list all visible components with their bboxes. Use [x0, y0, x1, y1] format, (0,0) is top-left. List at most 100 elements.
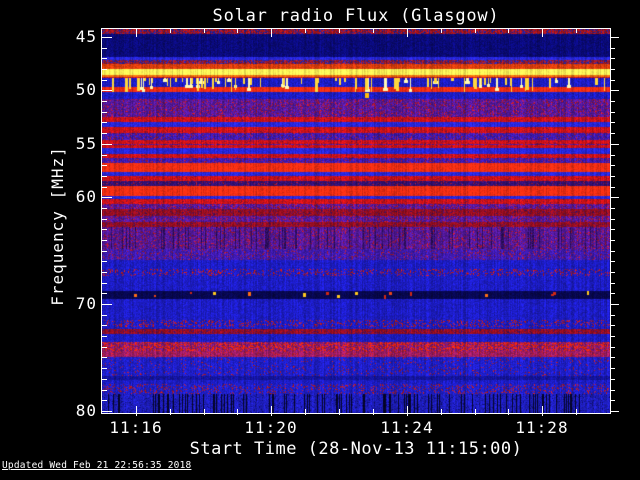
y-tick [611, 37, 619, 38]
x-tick [576, 409, 577, 415]
y-tick [102, 122, 107, 123]
y-tick [102, 155, 107, 156]
y-tick [611, 283, 615, 284]
y-tick [102, 58, 107, 59]
y-tick-label: 50 [75, 80, 97, 99]
y-axis-title: Frequency [MHz] [48, 146, 67, 306]
x-tick [475, 29, 476, 33]
x-tick [305, 409, 306, 415]
y-tick [611, 411, 619, 412]
y-tick [611, 325, 615, 326]
y-tick [611, 272, 615, 273]
x-tick [373, 29, 374, 33]
x-tick [339, 29, 340, 33]
y-tick [611, 122, 615, 123]
y-tick [102, 90, 112, 91]
x-tick [271, 29, 272, 37]
y-tick [102, 325, 107, 326]
y-tick [611, 80, 615, 81]
y-tick [611, 155, 615, 156]
y-tick [102, 101, 107, 102]
y-tick [611, 261, 615, 262]
y-tick [611, 90, 619, 91]
y-tick [102, 240, 107, 241]
y-tick [611, 347, 615, 348]
x-tick [441, 29, 442, 33]
y-tick [102, 390, 107, 391]
y-tick [611, 112, 615, 113]
y-tick [102, 48, 107, 49]
y-tick [102, 368, 107, 369]
y-tick [102, 133, 107, 134]
y-tick [611, 144, 619, 145]
x-tick [305, 29, 306, 33]
x-tick [373, 409, 374, 415]
y-tick [611, 187, 615, 188]
y-tick [102, 347, 107, 348]
x-tick [237, 409, 238, 415]
y-tick [611, 379, 615, 380]
x-tick [441, 409, 442, 415]
y-tick [102, 251, 107, 252]
y-tick [611, 197, 619, 198]
y-tick [102, 283, 107, 284]
chart-title: Solar radio Flux (Glasgow) [212, 6, 500, 26]
y-tick [611, 48, 615, 49]
x-tick-label: 11:20 [244, 418, 298, 437]
y-tick-label: 45 [75, 27, 97, 46]
x-tick [475, 409, 476, 415]
y-tick [102, 165, 107, 166]
y-tick [611, 229, 615, 230]
x-tick-label: 11:28 [515, 418, 569, 437]
x-tick [136, 406, 137, 416]
y-tick [102, 197, 112, 198]
y-tick [102, 304, 112, 305]
y-tick [102, 336, 107, 337]
y-tick [611, 293, 615, 294]
x-tick [508, 29, 509, 33]
x-tick [170, 29, 171, 33]
y-tick [611, 315, 615, 316]
x-tick [204, 409, 205, 415]
y-tick [611, 400, 615, 401]
y-tick [102, 208, 107, 209]
y-tick [611, 176, 615, 177]
y-tick [611, 133, 615, 134]
x-tick [407, 406, 408, 416]
y-tick [611, 219, 615, 220]
x-tick [407, 29, 408, 37]
y-tick [611, 304, 619, 305]
x-tick [508, 409, 509, 415]
y-tick-label: 80 [75, 401, 97, 420]
y-tick [611, 101, 615, 102]
y-tick [102, 261, 107, 262]
x-tick [271, 406, 272, 416]
x-tick [542, 29, 543, 37]
y-tick [102, 144, 112, 145]
x-tick [170, 409, 171, 415]
y-tick [102, 37, 112, 38]
y-tick [611, 69, 615, 70]
x-tick-label: 11:16 [109, 418, 163, 437]
x-tick [204, 29, 205, 33]
x-tick [136, 29, 137, 37]
y-tick [611, 357, 615, 358]
x-tick [237, 29, 238, 33]
x-tick [576, 29, 577, 33]
x-tick [339, 409, 340, 415]
y-tick [102, 293, 107, 294]
y-tick [102, 69, 107, 70]
y-tick [102, 229, 107, 230]
y-tick [102, 80, 107, 81]
spectrogram-canvas [102, 29, 610, 413]
y-tick [102, 411, 112, 412]
x-tick-label: 11:24 [380, 418, 434, 437]
y-tick [611, 368, 615, 369]
y-tick [102, 379, 107, 380]
y-tick [611, 240, 615, 241]
y-tick [102, 272, 107, 273]
y-tick [611, 390, 615, 391]
x-tick [542, 406, 543, 416]
y-tick [611, 165, 615, 166]
y-tick [102, 187, 107, 188]
